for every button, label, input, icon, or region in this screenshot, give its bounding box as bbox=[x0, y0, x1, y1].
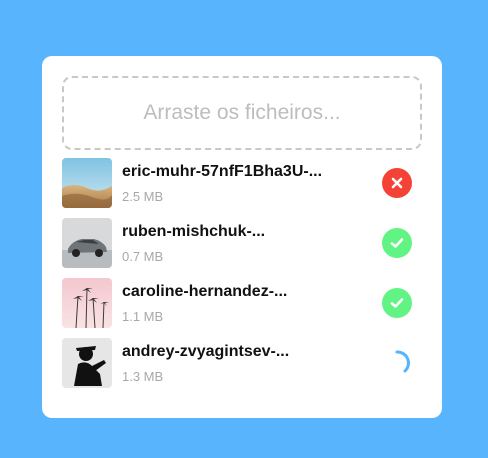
upload-spinner bbox=[382, 348, 412, 378]
file-size: 1.1 MB bbox=[122, 309, 164, 324]
file-size: 0.7 MB bbox=[122, 249, 164, 264]
file-item: caroline-hernandez-... 1.1 MB bbox=[62, 278, 422, 328]
file-list: eric-muhr-57nfF1Bha3U-... 2.5 MB ruben-m… bbox=[62, 158, 422, 398]
file-item: andrey-zvyagintsev-... 1.3 MB bbox=[62, 338, 422, 388]
file-size: 1.3 MB bbox=[122, 369, 164, 384]
close-icon bbox=[391, 177, 403, 189]
dropzone-placeholder: Arraste os ficheiros... bbox=[143, 101, 341, 124]
file-thumbnail bbox=[62, 278, 112, 328]
file-thumbnail bbox=[62, 218, 112, 268]
file-thumbnail bbox=[62, 158, 112, 208]
file-item: eric-muhr-57nfF1Bha3U-... 2.5 MB bbox=[62, 158, 422, 208]
file-dropzone[interactable]: Arraste os ficheiros... bbox=[62, 76, 422, 150]
file-thumbnail bbox=[62, 338, 112, 388]
file-name: caroline-hernandez-... bbox=[122, 283, 288, 300]
upload-complete-indicator bbox=[382, 288, 412, 318]
palm-trees-image bbox=[62, 278, 112, 328]
silver-car-image bbox=[62, 218, 112, 268]
loading-spinner-icon bbox=[395, 350, 410, 373]
file-name: ruben-mishchuk-... bbox=[122, 223, 266, 240]
upload-complete-indicator bbox=[382, 228, 412, 258]
person-silhouette-image bbox=[62, 338, 112, 388]
desert-landscape-image bbox=[62, 158, 112, 208]
file-size: 2.5 MB bbox=[122, 189, 164, 204]
check-icon bbox=[390, 298, 404, 308]
check-icon bbox=[390, 238, 404, 248]
remove-file-button[interactable] bbox=[382, 168, 412, 198]
file-item: ruben-mishchuk-... 0.7 MB bbox=[62, 218, 422, 268]
upload-card: Arraste os ficheiros... eric-muhr-57nfF1… bbox=[42, 56, 442, 418]
file-name: andrey-zvyagintsev-... bbox=[122, 343, 290, 360]
file-name: eric-muhr-57nfF1Bha3U-... bbox=[122, 163, 323, 180]
